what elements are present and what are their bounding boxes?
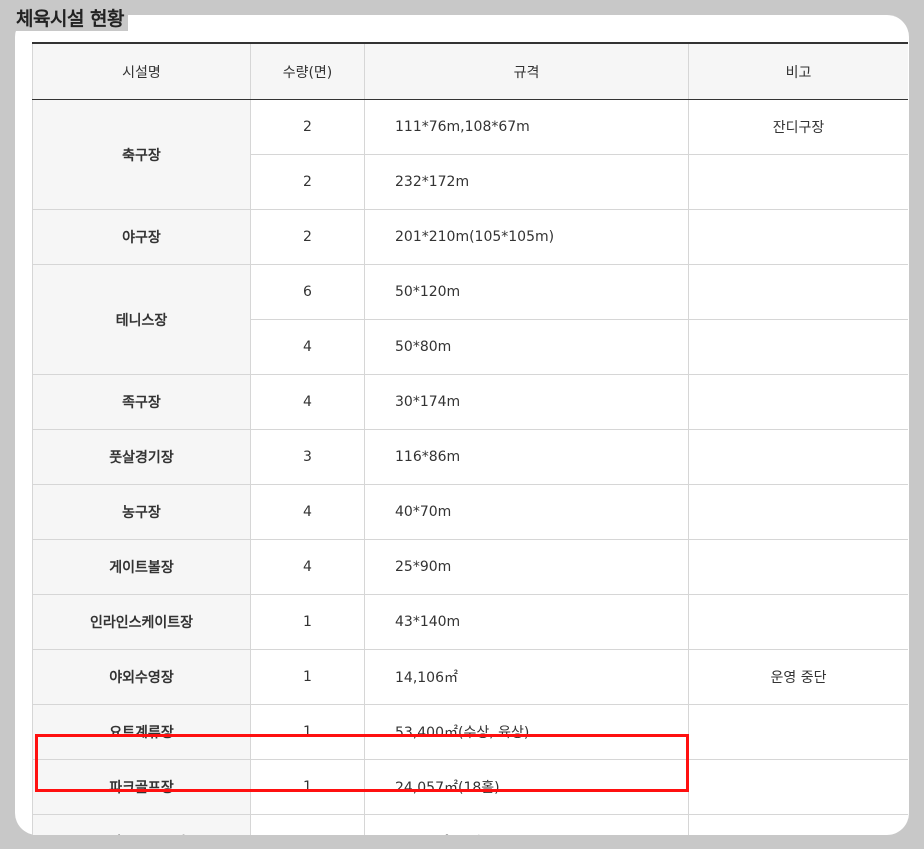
table-row: 야외수영장 1 14,106㎡ 운영 중단 bbox=[32, 649, 908, 705]
facility-note bbox=[688, 374, 908, 430]
column-header-note: 비고 bbox=[688, 43, 908, 100]
table-row: 축구장 2 111*76m,108*67m 잔디구장 bbox=[32, 99, 908, 210]
facility-note: 잔디구장 bbox=[688, 99, 908, 155]
table-row: 그라운드골프장 1 9,486㎡(18홀) bbox=[32, 814, 908, 836]
facility-name: 테니스장 bbox=[32, 264, 251, 375]
facility-name: 풋살경기장 bbox=[32, 429, 251, 485]
page-title: 체육시설 현황 bbox=[16, 4, 128, 31]
facility-quantity: 4 bbox=[250, 484, 365, 540]
table-header-row: 시설명 수량(면) 규격 비고 bbox=[32, 43, 908, 100]
facility-spec: 232*172m bbox=[364, 154, 689, 210]
facility-note bbox=[688, 484, 908, 540]
facility-name: 인라인스케이트장 bbox=[32, 594, 251, 650]
facility-spec: 50*80m bbox=[364, 319, 689, 375]
facility-spec: 43*140m bbox=[364, 594, 689, 650]
facility-quantity: 2 bbox=[250, 99, 365, 155]
table-row: 야구장 2 201*210m(105*105m) bbox=[32, 209, 908, 265]
facility-spec: 116*86m bbox=[364, 429, 689, 485]
table-row: 게이트볼장 4 25*90m bbox=[32, 539, 908, 595]
highlight-box bbox=[35, 734, 689, 792]
column-header-spec: 규격 bbox=[364, 43, 689, 100]
table-row: 인라인스케이트장 1 43*140m bbox=[32, 594, 908, 650]
facility-name: 게이트볼장 bbox=[32, 539, 251, 595]
facility-name: 야외수영장 bbox=[32, 649, 251, 705]
facility-table: 시설명 수량(면) 규격 비고 축구장 2 111*76m,108*67m 잔디… bbox=[32, 42, 908, 836]
facility-note bbox=[688, 209, 908, 265]
facility-table-wrapper: 시설명 수량(면) 규격 비고 축구장 2 111*76m,108*67m 잔디… bbox=[32, 42, 908, 836]
facility-note bbox=[688, 594, 908, 650]
facility-quantity: 4 bbox=[250, 374, 365, 430]
facility-quantity: 6 bbox=[250, 264, 365, 320]
facility-quantity: 2 bbox=[250, 209, 365, 265]
facility-quantity: 4 bbox=[250, 539, 365, 595]
facility-name: 농구장 bbox=[32, 484, 251, 540]
facility-spec: 201*210m(105*105m) bbox=[364, 209, 689, 265]
facility-name: 그라운드골프장 bbox=[32, 814, 251, 836]
facility-spec: 111*76m,108*67m bbox=[364, 99, 689, 155]
facility-quantity: 4 bbox=[250, 319, 365, 375]
table-row: 족구장 4 30*174m bbox=[32, 374, 908, 430]
facility-quantity: 2 bbox=[250, 154, 365, 210]
column-header-name: 시설명 bbox=[32, 43, 251, 100]
facility-note bbox=[688, 759, 908, 815]
table-row: 테니스장 6 50*120m bbox=[32, 264, 908, 375]
facility-quantity: 1 bbox=[250, 594, 365, 650]
table-row: 풋살경기장 3 116*86m bbox=[32, 429, 908, 485]
facility-spec: 25*90m bbox=[364, 539, 689, 595]
facility-spec: 14,106㎡ bbox=[364, 649, 689, 705]
column-header-quantity: 수량(면) bbox=[250, 43, 365, 100]
facility-name: 축구장 bbox=[32, 99, 251, 210]
facility-note bbox=[688, 429, 908, 485]
facility-name: 족구장 bbox=[32, 374, 251, 430]
facility-note: 운영 중단 bbox=[688, 649, 908, 705]
facility-quantity: 3 bbox=[250, 429, 365, 485]
facility-spec: 30*174m bbox=[364, 374, 689, 430]
facility-spec: 9,486㎡(18홀) bbox=[364, 814, 689, 836]
facility-note bbox=[688, 539, 908, 595]
facility-spec: 40*70m bbox=[364, 484, 689, 540]
facility-quantity: 1 bbox=[250, 814, 365, 836]
facility-note bbox=[688, 154, 908, 210]
facility-note bbox=[688, 264, 908, 320]
facility-spec: 50*120m bbox=[364, 264, 689, 320]
facility-name: 야구장 bbox=[32, 209, 251, 265]
facility-note bbox=[688, 814, 908, 836]
facility-quantity: 1 bbox=[250, 649, 365, 705]
table-row: 농구장 4 40*70m bbox=[32, 484, 908, 540]
facility-note bbox=[688, 704, 908, 760]
facility-note bbox=[688, 319, 908, 375]
backdrop-strip bbox=[0, 835, 924, 849]
